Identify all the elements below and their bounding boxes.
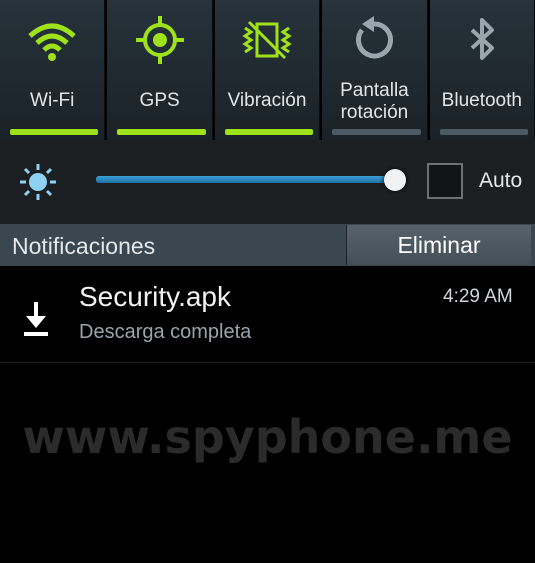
bluetooth-toggle[interactable]: Bluetooth	[429, 0, 535, 140]
bluetooth-icon	[470, 18, 494, 60]
download-icon	[24, 302, 48, 336]
wifi-label: Wi-Fi	[30, 90, 75, 111]
brightness-slider-thumb[interactable]	[383, 169, 406, 191]
wifi-icon	[28, 23, 76, 61]
vibration-label: Vibración	[227, 90, 307, 111]
brightness-slider-track[interactable]	[96, 176, 398, 183]
rotation-indicator	[332, 129, 421, 135]
vibration-indicator	[224, 129, 314, 135]
auto-brightness-label: Auto	[479, 169, 523, 192]
notification-item[interactable]: Security.apk Descarga completa 4:29 AM	[0, 266, 535, 363]
bluetooth-label: Bluetooth	[441, 90, 522, 111]
notifications-title: Notificaciones	[12, 233, 156, 259]
brightness-slider-fill	[96, 176, 395, 183]
auto-brightness-checkbox[interactable]	[427, 163, 463, 199]
gps-icon	[135, 16, 184, 64]
watermark-text: www.spyphone.me	[22, 410, 513, 464]
rotation-label: Pantalla rotación	[340, 80, 409, 123]
quick-settings-panel: Wi-Fi GPS Vibración Pantalla rotación Bl…	[0, 0, 535, 140]
vibration-toggle[interactable]: Vibración	[214, 0, 321, 140]
notification-time: 4:29 AM	[443, 286, 513, 307]
wifi-toggle[interactable]: Wi-Fi	[0, 0, 106, 140]
notification-subtitle: Descarga completa	[79, 321, 252, 343]
vibration-icon	[242, 20, 292, 60]
clear-notifications-button[interactable]: Eliminar	[346, 225, 531, 265]
rotation-toggle[interactable]: Pantalla rotación	[322, 0, 428, 140]
rotation-icon	[356, 16, 394, 59]
wifi-indicator	[10, 129, 99, 135]
notification-title: Security.apk	[79, 281, 231, 312]
gps-indicator	[117, 129, 206, 135]
brightness-icon	[20, 164, 56, 200]
notifications-header: Notificaciones Eliminar	[0, 224, 535, 266]
brightness-row: Auto	[0, 140, 535, 224]
bluetooth-indicator	[439, 129, 529, 135]
gps-toggle[interactable]: GPS	[107, 0, 213, 140]
gps-label: GPS	[139, 90, 180, 111]
